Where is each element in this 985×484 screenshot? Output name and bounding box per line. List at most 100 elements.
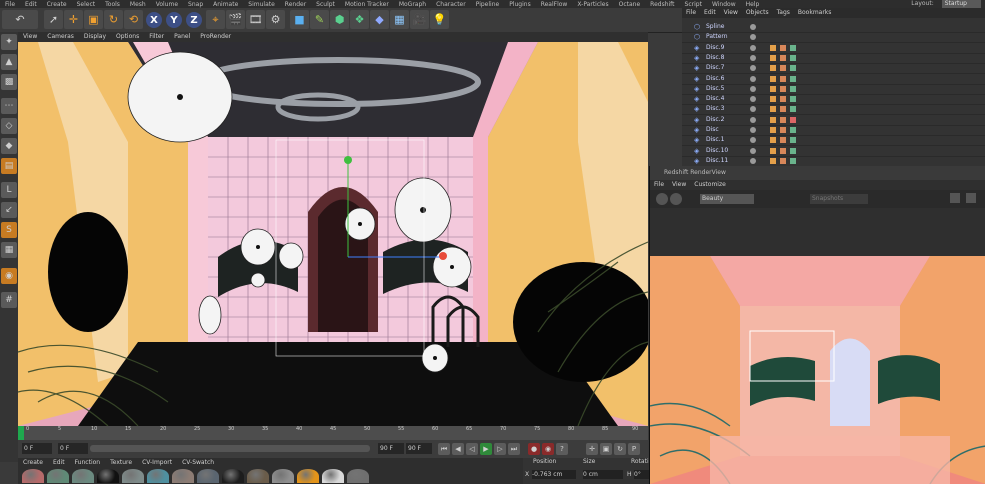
autokey-button[interactable]: ◉ (542, 443, 554, 455)
current-frame-field[interactable]: 0 F (58, 443, 88, 454)
material-swatch[interactable] (197, 469, 219, 483)
texture-tag-icon[interactable] (770, 44, 776, 51)
timeline-playhead[interactable] (18, 426, 24, 440)
visibility-dot[interactable] (750, 24, 756, 30)
position-x-field[interactable]: -0.763 cm (532, 470, 576, 479)
timeline-ruler[interactable]: 0 5 10 15 20 25 30 35 40 45 50 55 60 65 … (18, 426, 648, 440)
visibility-dot[interactable] (750, 147, 756, 154)
object-name[interactable]: Disc.6 (706, 74, 724, 84)
texture-tag-icon[interactable] (780, 137, 786, 144)
material-swatch[interactable] (147, 469, 169, 483)
visibility-dot[interactable] (750, 65, 756, 72)
material-tag-icon[interactable] (790, 157, 796, 164)
material-swatch[interactable] (322, 469, 344, 483)
texture-tag-icon[interactable] (770, 65, 776, 72)
object-name[interactable]: Disc (706, 125, 719, 135)
coords-tab-position[interactable]: Position (533, 458, 556, 465)
snap-button[interactable]: S (1, 222, 17, 238)
om-menu-item[interactable]: Objects (742, 8, 773, 18)
uv-mode-button[interactable]: ▤ (1, 158, 17, 174)
material-tag-icon[interactable] (790, 85, 796, 92)
go-to-start-button[interactable]: ⏮ (438, 443, 450, 455)
select-tool-button[interactable]: ➚ (44, 10, 63, 29)
go-to-end-button[interactable]: ⏭ (508, 443, 520, 455)
points-mode-button[interactable]: ⋯ (1, 98, 17, 114)
recent-tool-button[interactable]: ⟲ (124, 10, 143, 29)
texture-tag-icon[interactable] (770, 127, 776, 133)
texture-tag-icon[interactable] (770, 106, 776, 113)
om-menu-item[interactable]: Bookmarks (794, 8, 836, 18)
material-swatch[interactable] (247, 469, 269, 483)
texture-tag-icon[interactable] (770, 96, 776, 103)
pen-tool-button[interactable]: ✎ (310, 10, 329, 29)
viewport-menu-item[interactable]: View (18, 32, 42, 42)
texture-tag-icon[interactable] (770, 137, 776, 144)
tweak-mode-button[interactable]: ↙ (1, 202, 17, 218)
undo-button[interactable]: ↶ (2, 10, 38, 29)
object-name[interactable]: Disc.7 (706, 63, 724, 73)
material-tag-icon[interactable] (790, 65, 796, 72)
layout-dropdown[interactable]: Startup (941, 0, 981, 8)
om-menu-item[interactable]: Tags (773, 8, 794, 18)
viewport-menu-item[interactable]: ProRender (195, 32, 236, 42)
material-tag-icon[interactable] (790, 54, 796, 61)
material-menu-item[interactable]: Texture (105, 458, 137, 467)
position-key-button[interactable]: ✛ (586, 443, 598, 455)
viewport-menu-item[interactable]: Options (111, 32, 144, 42)
texture-tag-icon[interactable] (770, 75, 776, 82)
material-menu-item[interactable]: Create (18, 458, 48, 467)
rotation-key-button[interactable]: ↻ (614, 443, 626, 455)
object-name[interactable]: Disc.2 (706, 115, 724, 125)
axis-mode-button[interactable]: L (1, 182, 17, 198)
viewport-menu-item[interactable]: Cameras (42, 32, 79, 42)
polygons-mode-button[interactable]: ◆ (1, 138, 17, 154)
material-swatch[interactable] (272, 469, 294, 483)
size-x-field[interactable]: 0 cm (583, 470, 623, 479)
texture-tag-icon[interactable] (780, 85, 786, 92)
material-menu-item[interactable]: CV-Import (137, 458, 177, 467)
viewport-menu-item[interactable]: Panel (169, 32, 195, 42)
visibility-dot[interactable] (750, 127, 756, 133)
texture-tag-icon[interactable] (780, 106, 786, 113)
move-tool-button[interactable]: ✛ (64, 10, 83, 29)
object-name[interactable]: Disc.9 (706, 43, 724, 53)
visibility-dot[interactable] (750, 85, 756, 92)
scale-tool-button[interactable]: ▣ (84, 10, 103, 29)
texture-tag-icon[interactable] (770, 54, 776, 61)
texture-tag-icon[interactable] (780, 96, 786, 103)
end-frame-field[interactable]: 90 F (378, 443, 404, 454)
object-name[interactable]: Spline (706, 22, 724, 32)
subdivision-button[interactable]: ⬢ (330, 10, 349, 29)
material-swatch[interactable] (97, 469, 119, 483)
om-menu-item[interactable]: View (720, 8, 742, 18)
om-menu-item[interactable]: Edit (700, 8, 720, 18)
rotate-tool-button[interactable]: ↻ (104, 10, 123, 29)
end-frame-field-2[interactable]: 90 F (406, 443, 432, 454)
visibility-dot[interactable] (750, 106, 756, 113)
material-swatch[interactable] (347, 469, 369, 483)
visibility-dot[interactable] (750, 34, 756, 41)
texture-tag-icon[interactable] (770, 147, 776, 154)
texture-tag-icon[interactable] (780, 147, 786, 154)
material-swatch[interactable] (72, 469, 94, 483)
material-tag-icon[interactable] (790, 75, 796, 82)
object-name[interactable]: Disc.10 (706, 146, 728, 156)
material-menu-item[interactable]: CV-Swatch (177, 458, 219, 467)
scale-key-button[interactable]: ▣ (600, 443, 612, 455)
object-name[interactable]: Disc.4 (706, 94, 724, 104)
snapshots-dropdown[interactable]: Snapshots (810, 194, 868, 204)
step-forward-button[interactable]: ▷ (494, 443, 506, 455)
material-swatch[interactable] (47, 469, 69, 483)
cloner-button[interactable]: ❖ (350, 10, 369, 29)
object-name[interactable]: Disc.8 (706, 53, 724, 63)
om-menu-item[interactable]: File (682, 8, 700, 18)
material-tag-icon[interactable] (790, 106, 796, 113)
material-swatch[interactable] (297, 469, 319, 483)
play-button[interactable]: ▶ (480, 443, 492, 455)
texture-tag-icon[interactable] (780, 127, 786, 133)
deformer-button[interactable]: ◆ (370, 10, 389, 29)
render-view-button[interactable]: 🎬 (226, 10, 245, 29)
viewport-menu-item[interactable]: Filter (144, 32, 169, 42)
light-button[interactable]: 💡 (430, 10, 449, 29)
start-render-button[interactable] (670, 193, 682, 205)
